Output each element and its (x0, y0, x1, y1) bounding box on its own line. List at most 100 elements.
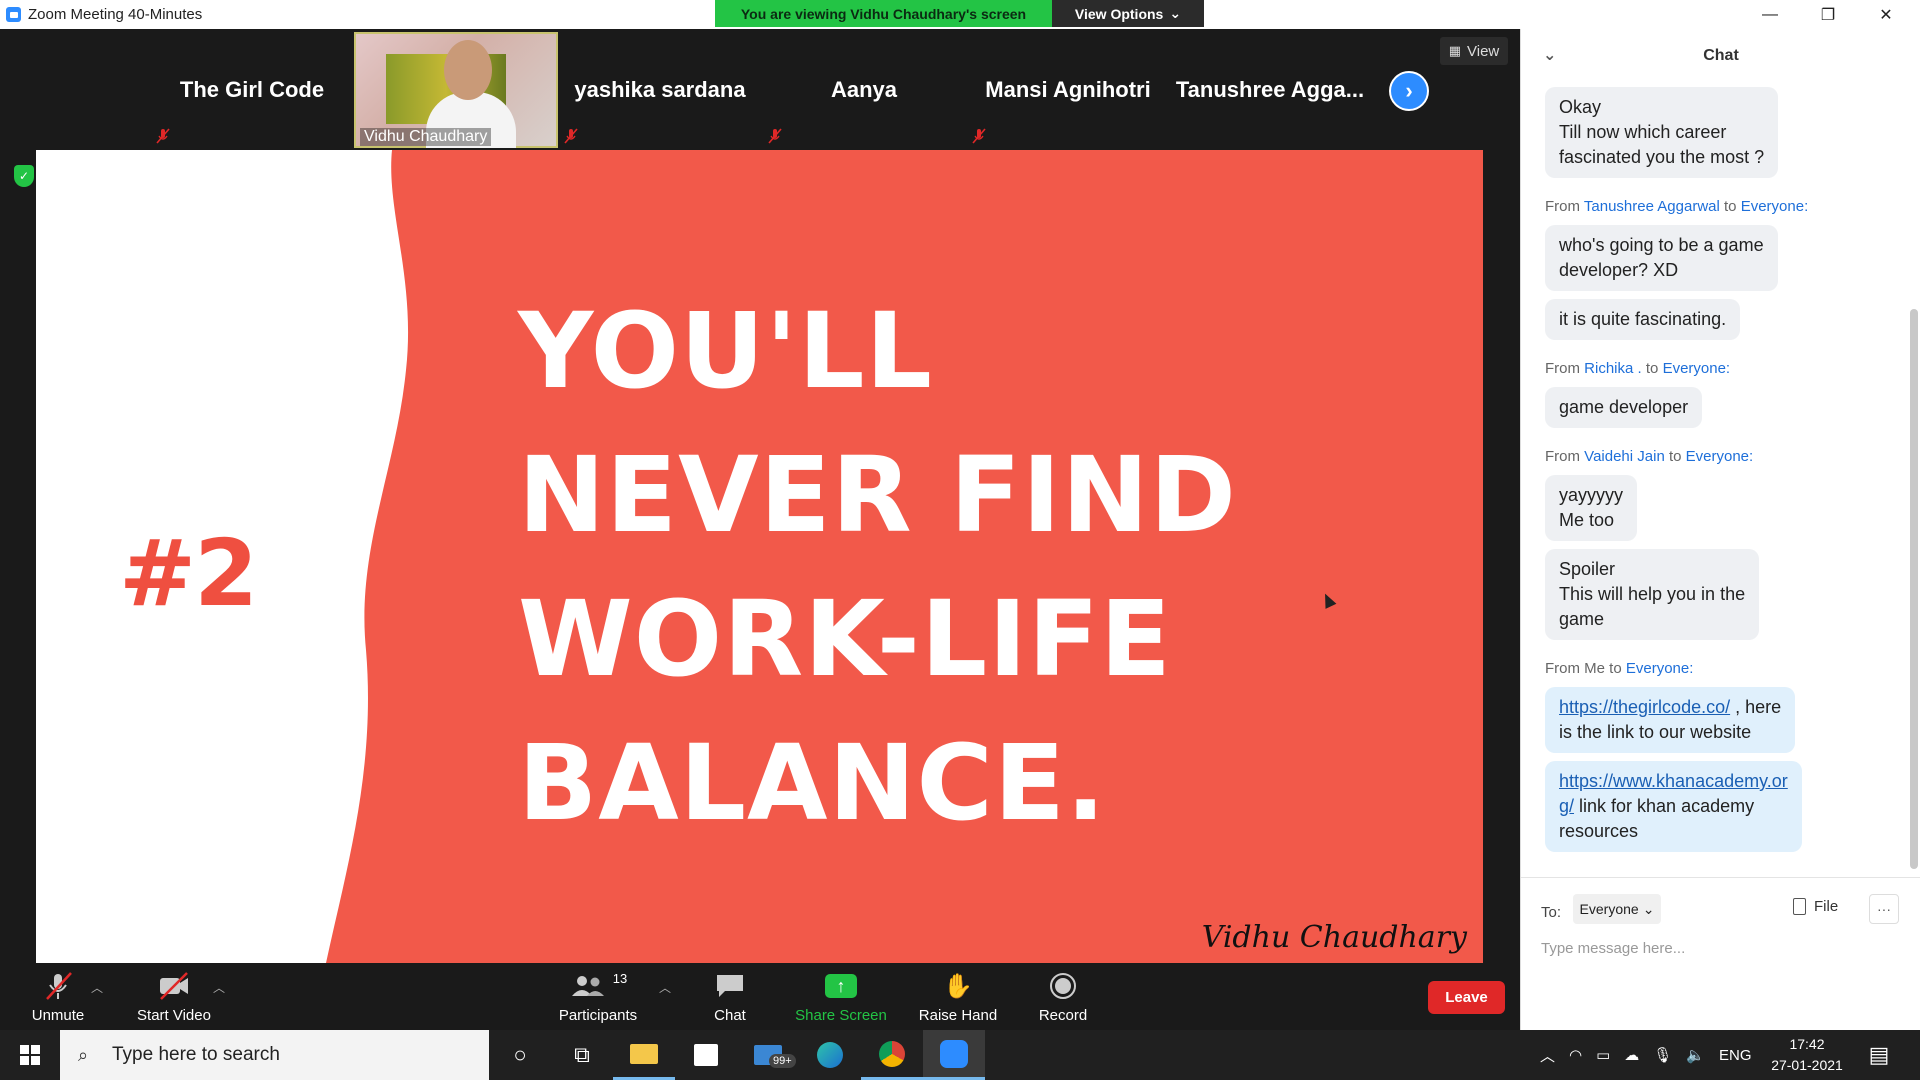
view-layout-button[interactable]: ▦ View (1440, 37, 1508, 65)
recipient-select[interactable]: Everyone ⌄ (1573, 894, 1661, 924)
message-text: who's going to be a game (1559, 235, 1764, 255)
chat-message[interactable]: https://thegirlcode.co/ , here is the li… (1545, 687, 1796, 753)
zoom-taskbar-icon[interactable] (923, 1030, 985, 1080)
participant-tile[interactable]: Mansi Agnihotri (966, 32, 1170, 148)
sender-prefix: From (1545, 360, 1585, 377)
start-video-button[interactable]: Start Video (130, 965, 218, 1030)
participant-strip: The Girl Code Vidhu Chaudhary yashika sa… (150, 32, 1370, 150)
network-icon[interactable]: ◠ (1569, 1046, 1582, 1064)
message-link[interactable]: g/ (1559, 796, 1574, 816)
next-participants-button[interactable]: › (1389, 71, 1429, 111)
meeting-toolbar: Unmute ︿ Start Video ︿ 13 Participants ︿… (0, 965, 1520, 1030)
message-text: g/ link for khan academy (1559, 794, 1788, 819)
view-label: View (1467, 42, 1500, 60)
sender-name[interactable]: Tanushree Aggarwal (1584, 198, 1720, 215)
participant-tile[interactable]: Aanya (762, 32, 966, 148)
leave-button[interactable]: Leave (1428, 981, 1505, 1014)
participant-tile[interactable]: The Girl Code (150, 32, 354, 148)
chevron-down-icon: ⌄ (1642, 900, 1655, 917)
share-screen-button[interactable]: ↑ Share Screen (790, 965, 892, 1030)
edge-icon[interactable] (799, 1030, 861, 1080)
sender-name[interactable]: Vaidehi Jain (1584, 448, 1665, 465)
recipient-name[interactable]: Everyone: (1663, 360, 1731, 377)
participants-button[interactable]: 13 Participants (555, 965, 641, 1030)
chat-header: ⌄ Chat (1521, 29, 1920, 83)
participant-name: Tanushree Agga... (1175, 77, 1365, 102)
microphone-icon[interactable]: 🎙 (1653, 1046, 1672, 1064)
volume-icon[interactable]: 🔈 (1686, 1046, 1705, 1064)
recipient-name[interactable]: Everyone: (1741, 198, 1809, 215)
chat-message[interactable]: who's going to be a game developer? XD (1545, 225, 1778, 291)
windows-taskbar: ⌕ Type here to search ○ ⧉ 99+ ︿ ◠ ▭ ☁ 🎙 … (0, 1030, 1920, 1080)
more-options-button[interactable]: ··· (1869, 894, 1899, 924)
restore-button[interactable]: ❐ (1799, 0, 1857, 29)
record-button[interactable]: Record (1035, 965, 1091, 1030)
clock-date: 27-01-2021 (1771, 1057, 1843, 1073)
video-options-caret-icon[interactable]: ︿ (213, 979, 225, 996)
start-button[interactable] (0, 1030, 60, 1080)
chat-message-list: Okay Till now which career fascinated yo… (1545, 87, 1895, 860)
cortana-icon[interactable]: ○ (489, 1030, 551, 1080)
view-options-button[interactable]: View Options ⌄ (1052, 0, 1204, 27)
unmute-button[interactable]: Unmute (22, 965, 94, 1030)
chat-message[interactable]: Okay Till now which career fascinated yo… (1545, 87, 1779, 178)
participants-caret-icon[interactable]: ︿ (659, 979, 671, 996)
system-clock[interactable]: 17:42 27-01-2021 (1765, 1034, 1849, 1076)
chevron-down-icon[interactable]: ⌄ (1543, 45, 1556, 65)
message-text: yayyyyy (1559, 485, 1624, 505)
onedrive-icon[interactable]: ☁ (1624, 1046, 1639, 1064)
chevron-up-icon[interactable]: ︿ (1540, 1045, 1555, 1066)
search-icon: ⌕ (78, 1045, 89, 1065)
file-button[interactable]: File (1793, 898, 1838, 915)
chat-scrollbar[interactable] (1910, 309, 1918, 869)
chat-message[interactable]: https://www.khanacademy.or g/ link for k… (1545, 761, 1802, 852)
zoom-logo-icon (6, 7, 21, 22)
close-button[interactable]: ✕ (1857, 0, 1915, 29)
muted-mic-icon (768, 128, 782, 144)
message-link[interactable]: https://thegirlcode.co/ (1559, 697, 1730, 717)
message-text: is the link to our website (1559, 722, 1752, 742)
search-placeholder: Type here to search (112, 1044, 280, 1065)
notifications-icon[interactable]: ▤ (1854, 1030, 1904, 1080)
slide-headline-line: YOU'LL (518, 290, 933, 412)
audio-options-caret-icon[interactable]: ︿ (91, 979, 103, 996)
participant-tile[interactable]: Tanushree Agga... (1170, 32, 1370, 148)
chat-bubble-icon (717, 975, 743, 997)
battery-icon[interactable]: ▭ (1596, 1046, 1610, 1064)
recipient-name[interactable]: Everyone: (1686, 448, 1754, 465)
participants-count: 13 (612, 971, 628, 986)
recipient-name[interactable]: Everyone: (1626, 660, 1694, 677)
chat-message[interactable]: Spoiler This will help you in the game (1545, 549, 1760, 640)
viewing-screen-banner: You are viewing Vidhu Chaudhary's screen (715, 0, 1052, 27)
video-off-icon (160, 972, 188, 1000)
sender-name[interactable]: Richika . (1584, 360, 1642, 377)
unmute-label: Unmute (31, 1007, 85, 1024)
task-view-icon[interactable]: ⧉ (551, 1030, 613, 1080)
participant-tile[interactable]: yashika sardana (558, 32, 762, 148)
participant-name: Mansi Agnihotri (985, 77, 1151, 102)
store-icon[interactable] (675, 1030, 737, 1080)
chat-message[interactable]: yayyyyy Me too (1545, 475, 1638, 541)
participant-video-tile[interactable]: Vidhu Chaudhary (354, 32, 558, 148)
windows-logo-icon (20, 1045, 40, 1065)
chat-message[interactable]: game developer (1545, 387, 1703, 428)
raise-hand-button[interactable]: ✋ Raise Hand (915, 965, 1001, 1030)
chat-label: Chat (714, 1007, 746, 1024)
minimize-button[interactable]: — (1741, 0, 1799, 29)
chrome-icon[interactable] (861, 1030, 923, 1080)
chat-message-input[interactable]: Type message here... (1541, 940, 1901, 957)
language-indicator[interactable]: ENG (1719, 1047, 1752, 1064)
message-text: Me too (1559, 510, 1615, 530)
muted-mic-icon (972, 128, 986, 144)
participants-icon: 13 (568, 971, 628, 1001)
mail-icon[interactable]: 99+ (737, 1030, 799, 1080)
encryption-shield-icon[interactable]: ✓ (14, 165, 34, 187)
chat-composer: To: Everyone ⌄ File ··· Type message her… (1521, 877, 1920, 1030)
chat-button[interactable]: Chat (700, 965, 760, 1030)
chat-message[interactable]: it is quite fascinating. (1545, 299, 1741, 340)
taskbar-search-box[interactable]: ⌕ Type here to search (60, 1030, 489, 1080)
file-explorer-icon[interactable] (613, 1030, 675, 1080)
message-sender-line: From Me to Everyone: (1545, 660, 1895, 677)
message-text: , here (1730, 697, 1782, 717)
message-link[interactable]: https://www.khanacademy.or (1559, 771, 1788, 791)
